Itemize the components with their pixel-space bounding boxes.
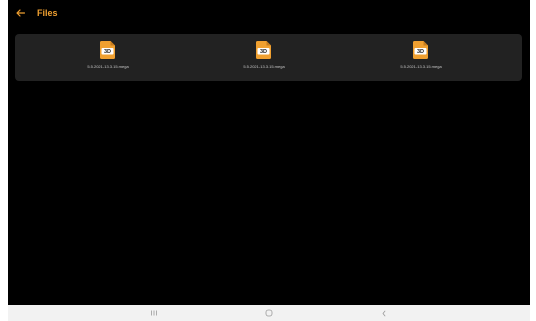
nav-back-button[interactable]	[378, 308, 390, 318]
file-item[interactable]: 3D 5.5.2021-13.3.15.mega	[351, 34, 491, 81]
files-grid: 3D 5.5.2021-13.3.15.mega 3D 5.5.2021-13.…	[15, 34, 522, 81]
file-icon-label: 3D	[417, 49, 424, 55]
arrow-left-icon	[15, 9, 25, 17]
file-icon-label: 3D	[104, 49, 111, 55]
3d-file-icon: 3D	[256, 41, 271, 59]
home-icon	[265, 309, 273, 317]
3d-file-icon: 3D	[100, 41, 115, 59]
file-icon-label: 3D	[260, 49, 267, 55]
3d-file-icon: 3D	[413, 41, 428, 59]
app-screen: Files 3D 5.5.2021-13.3.15.mega 3D 5.5.20…	[8, 0, 530, 305]
file-item[interactable]: 3D 5.5.2021-13.3.15.mega	[38, 34, 178, 81]
recents-button[interactable]	[148, 308, 160, 318]
home-button[interactable]	[263, 308, 275, 318]
back-button[interactable]	[13, 6, 27, 20]
page-title: Files	[37, 8, 58, 18]
file-item[interactable]: 3D 5.5.2021-13.3.15.mega	[194, 34, 334, 81]
recents-icon	[151, 310, 157, 316]
app-bar: Files	[8, 0, 530, 28]
file-name: 5.5.2021-13.3.15.mega	[87, 64, 129, 69]
file-name: 5.5.2021-13.3.15.mega	[243, 64, 285, 69]
file-name: 5.5.2021-13.3.15.mega	[400, 64, 442, 69]
back-chevron-icon	[382, 310, 386, 316]
system-nav-bar	[8, 305, 530, 321]
